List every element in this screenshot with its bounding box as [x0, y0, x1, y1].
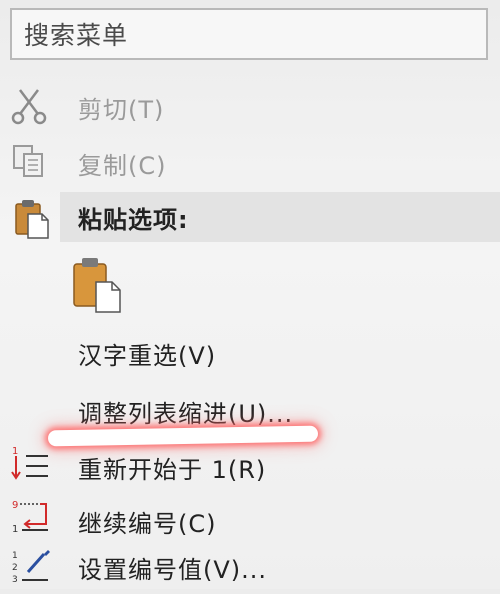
search-menu-text: 搜索菜单	[24, 21, 129, 50]
menu-item-set-numbering-value-label: 设置编号值(V)...	[78, 556, 268, 584]
menu-item-continue-numbering-label: 继续编号(C)	[78, 510, 217, 538]
menu-item-reconvert-label: 汉字重选(V)	[78, 342, 217, 370]
menu-item-reconvert[interactable]: 汉字重选(V)	[0, 326, 500, 376]
paste-options-header: 粘贴选项:	[0, 192, 500, 242]
svg-text:1: 1	[12, 446, 18, 457]
scissors-icon	[8, 84, 52, 128]
svg-text:9: 9	[12, 500, 18, 511]
paste-keep-text-icon	[73, 258, 121, 313]
menu-item-copy-label: 复制(C)	[78, 152, 167, 180]
copy-icon	[8, 140, 52, 184]
restart-numbering-icon: 1	[10, 442, 54, 486]
menu-item-cut[interactable]: 剪切(T)	[0, 80, 500, 130]
menu-item-continue-numbering[interactable]: 9 1 继续编号(C)	[0, 494, 500, 544]
context-menu: 搜索菜单 剪切(T) 复制(C) 粘贴选项: 汉字重选(V) 调整列表缩进(U)…	[0, 0, 500, 589]
menu-item-set-numbering-value[interactable]: 1 2 3 设置编号值(V)...	[0, 544, 500, 589]
menu-item-restart-numbering[interactable]: 1 重新开始于 1(R)	[0, 440, 500, 490]
svg-text:3: 3	[12, 575, 18, 585]
paste-keep-text-button[interactable]	[70, 256, 124, 316]
set-numbering-value-icon: 1 2 3	[10, 546, 54, 590]
menu-item-restart-numbering-label: 重新开始于 1(R)	[78, 456, 267, 484]
search-menu-input[interactable]: 搜索菜单	[10, 8, 488, 60]
menu-item-cut-label: 剪切(T)	[78, 96, 165, 124]
menu-item-adjust-list-indent-label: 调整列表缩进(U)...	[78, 400, 294, 428]
paste-options-label: 粘贴选项:	[78, 206, 189, 234]
continue-numbering-icon: 9 1	[10, 496, 54, 540]
menu-item-copy[interactable]: 复制(C)	[0, 136, 500, 186]
svg-text:2: 2	[12, 563, 18, 573]
svg-text:1: 1	[12, 551, 18, 561]
svg-text:1: 1	[12, 524, 18, 535]
paste-icon	[8, 196, 52, 240]
